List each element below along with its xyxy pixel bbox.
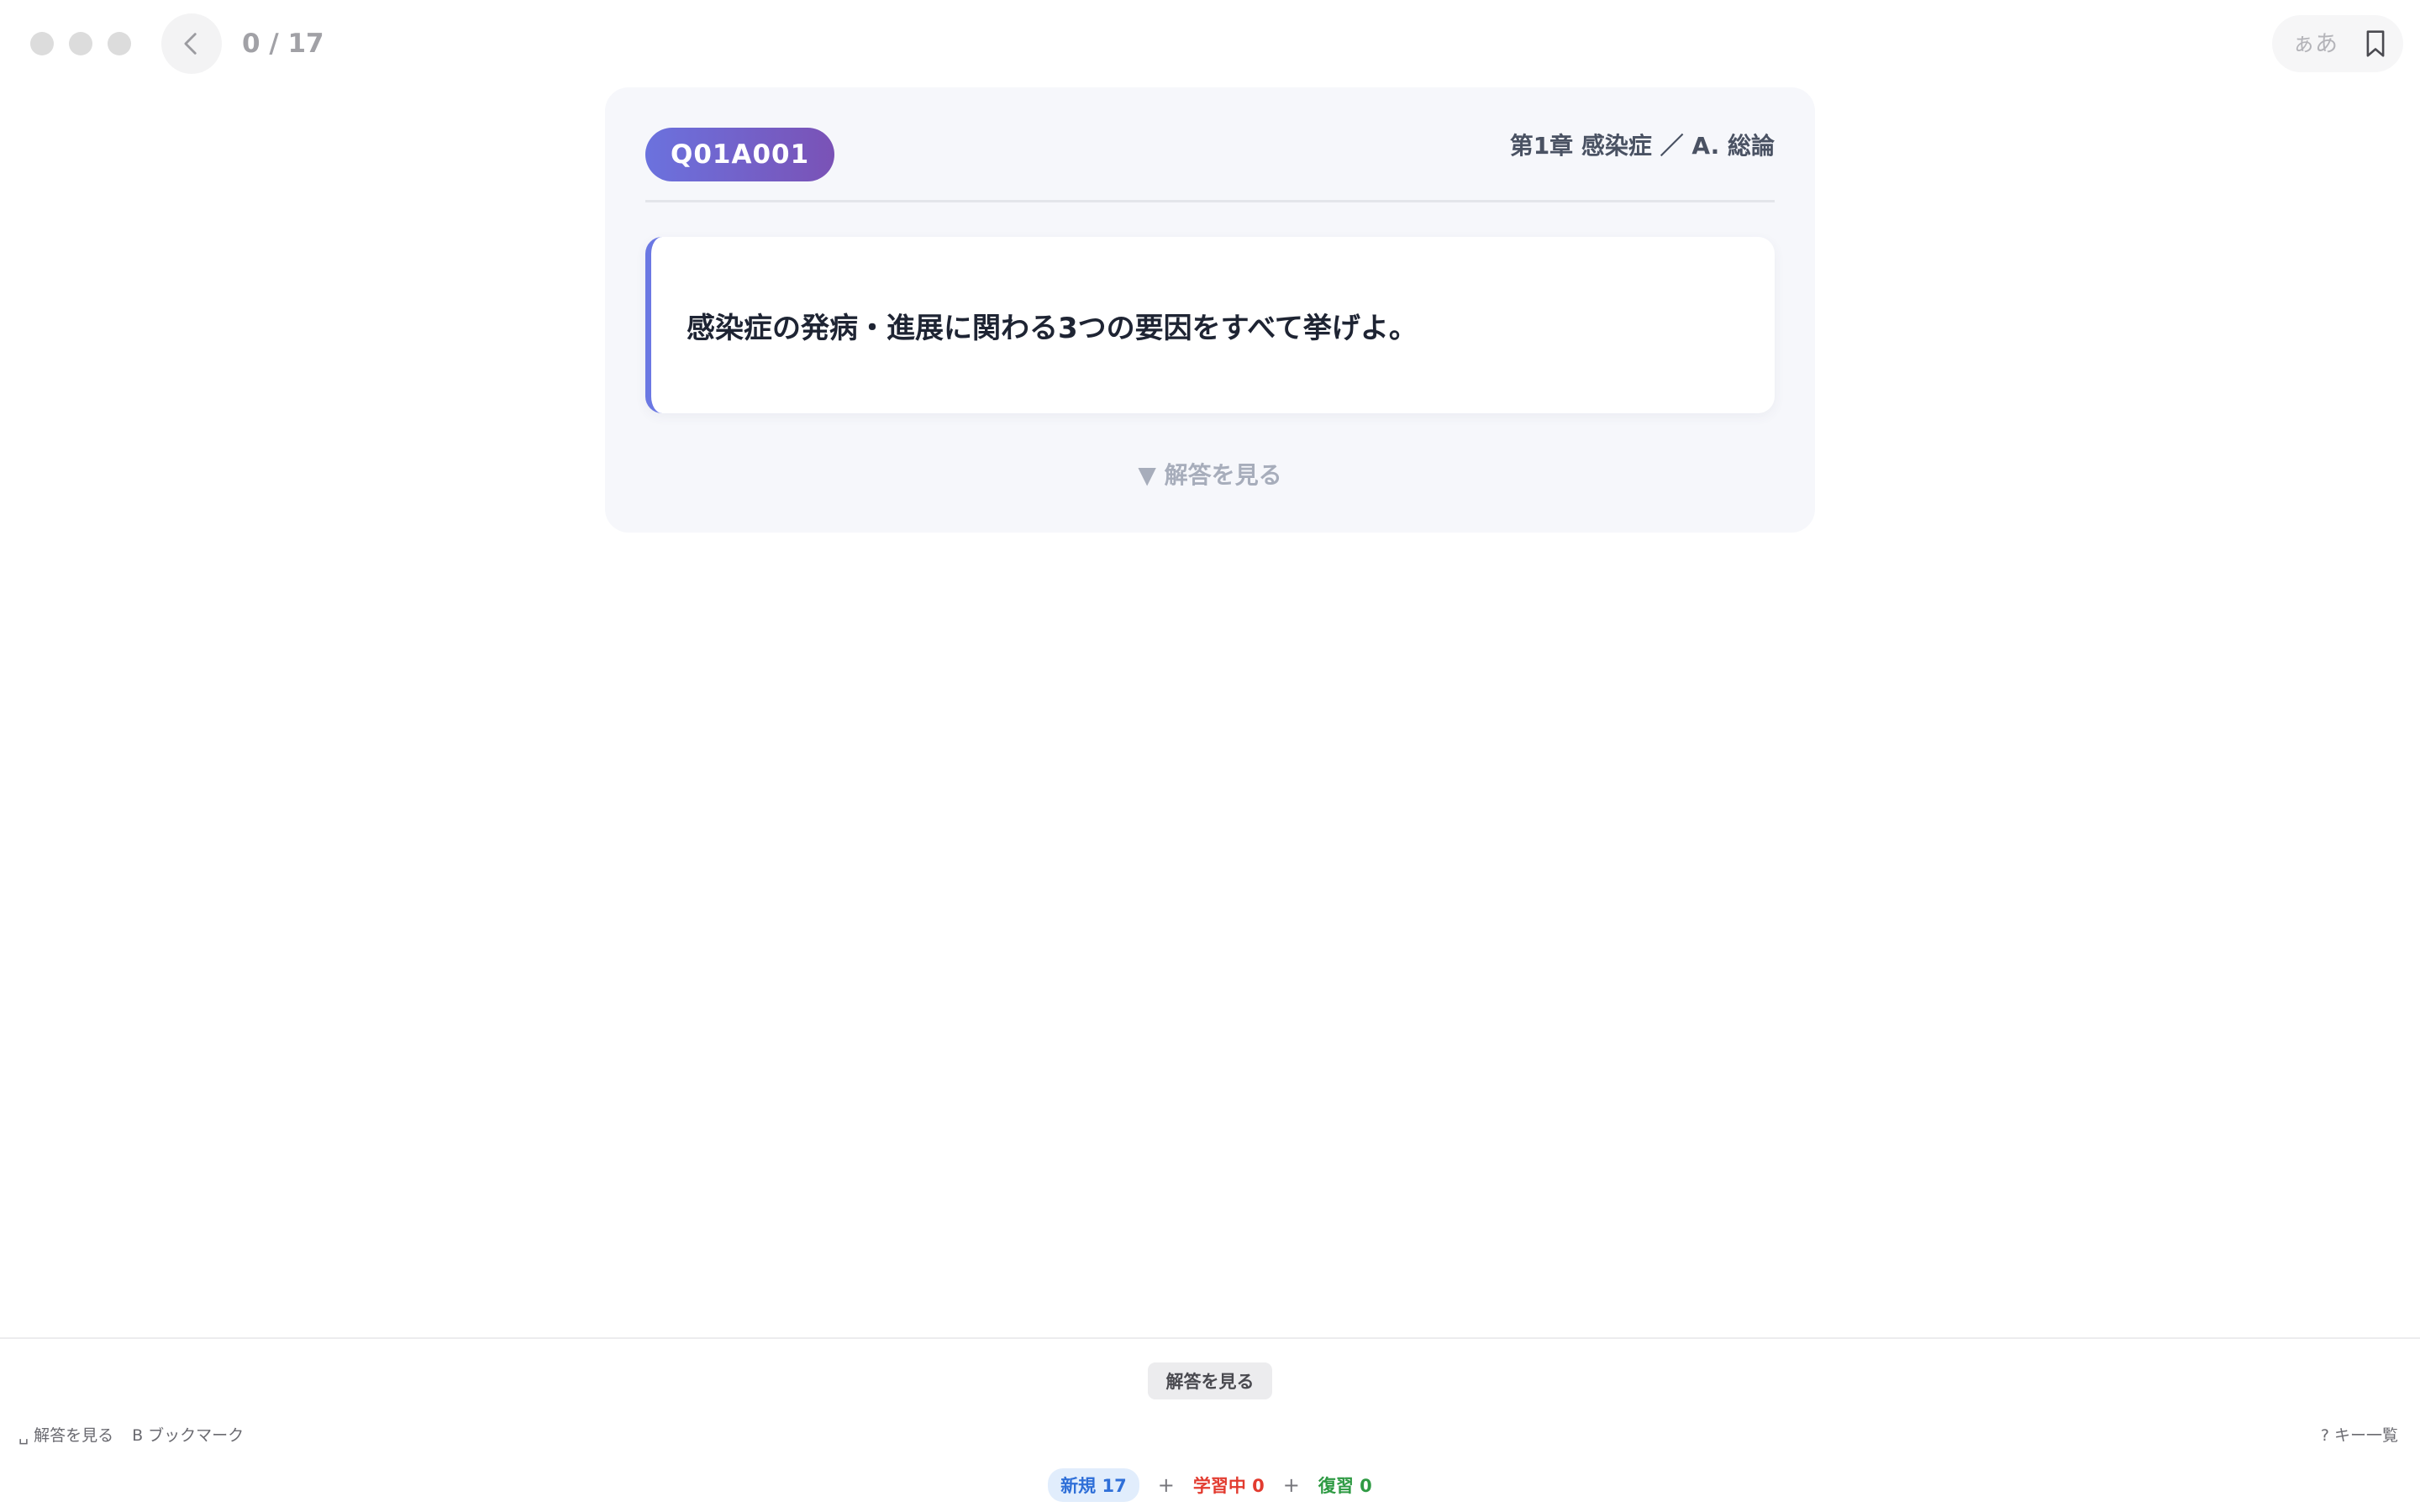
toolbar-right: ぁあ bbox=[2272, 15, 2403, 72]
shortcut-hints: ␣ 解答を見る B ブックマーク bbox=[18, 1423, 244, 1446]
question-text: 感染症の発病・進展に関わる3つの要因をすべて挙げよ。 bbox=[687, 311, 1418, 345]
show-answer-button[interactable]: 解答を見る bbox=[1148, 1362, 1272, 1399]
question-box: 感染症の発病・進展に関わる3つの要因をすべて挙げよ。 bbox=[645, 237, 1775, 413]
minimize-window-button[interactable] bbox=[69, 32, 92, 55]
back-button[interactable] bbox=[161, 13, 222, 74]
card-divider bbox=[645, 200, 1775, 202]
progress-counter: 0 / 17 bbox=[242, 29, 324, 59]
reveal-answer-link[interactable]: ▼ 解答を見る bbox=[605, 457, 1815, 491]
chevron-left-icon bbox=[184, 33, 197, 55]
close-window-button[interactable] bbox=[30, 32, 54, 55]
zoom-window-button[interactable] bbox=[108, 32, 131, 55]
question-card: Q01A001 第1章 感染症 ／ A. 総論 感染症の発病・進展に関わる3つの… bbox=[605, 87, 1815, 533]
footer-divider bbox=[0, 1337, 2420, 1339]
chapter-breadcrumb: 第1章 感染症 ／ A. 総論 bbox=[1509, 132, 1775, 160]
stat-separator: + bbox=[1157, 1473, 1175, 1497]
window-controls bbox=[30, 32, 131, 55]
stat-separator: + bbox=[1282, 1473, 1300, 1497]
stat-learning-count: 学習中 0 bbox=[1192, 1476, 1265, 1496]
stat-review-count: 復習 0 bbox=[1318, 1476, 1372, 1496]
study-stats: 新規 17 + 学習中 0 + 復習 0 bbox=[0, 1468, 2420, 1502]
bookmark-icon[interactable] bbox=[2365, 29, 2386, 58]
stat-new-count: 新規 17 bbox=[1048, 1468, 1139, 1502]
question-id-badge: Q01A001 bbox=[645, 128, 835, 181]
shortcut-hint-bookmark: B ブックマーク bbox=[132, 1426, 245, 1445]
app-window: 0 / 17 ぁあ Q01A001 第1章 感染症 ／ A. 総論 感染症の発病… bbox=[0, 0, 2420, 1512]
font-size-toggle[interactable]: ぁあ bbox=[2292, 33, 2338, 55]
key-list-link[interactable]: ? キー一覧 bbox=[2321, 1423, 2398, 1446]
shortcut-hint-answer: ␣ 解答を見る bbox=[18, 1426, 114, 1445]
